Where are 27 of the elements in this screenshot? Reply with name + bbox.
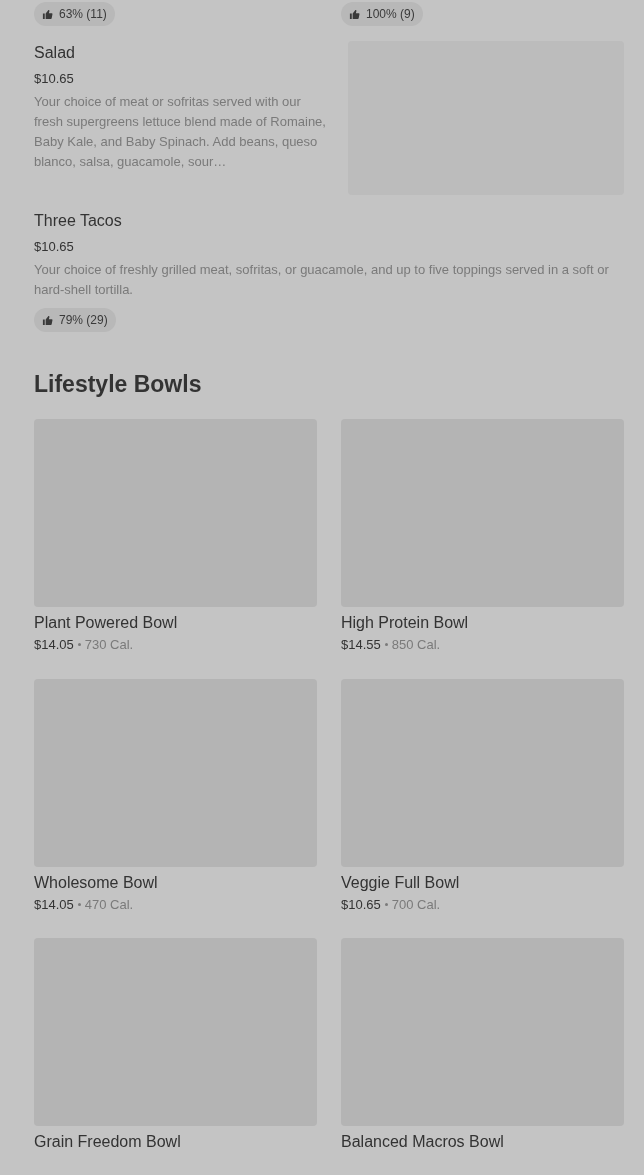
bowl-name: Balanced Macros Bowl	[341, 1132, 505, 1152]
bowl-name: Wholesome Bowl	[34, 872, 159, 893]
item-price: $10.65	[34, 237, 75, 256]
bowl-price: $14.05	[34, 895, 74, 914]
bowl-calories: 700 Cal.	[391, 895, 441, 914]
bowl-name: Grain Freedom Bowl	[34, 1132, 182, 1152]
bowl-name: Plant Powered Bowl	[34, 613, 179, 633]
bowl-price: $10.65	[341, 895, 381, 914]
item-description: Your choice of meat or sofritas served with our fresh supergreens lettuce blend made of Romaine, Baby Kale, and Baby Spinach. Add beans, queso blanco, salsa, guacamole, sour…	[34, 93, 327, 171]
bowl-calories: 730 Cal.	[84, 636, 134, 654]
bowl-price: $14.05	[34, 636, 74, 654]
bowl-name: High Protein Bowl	[341, 613, 470, 633]
bowl-name: Veggie Full Bowl	[341, 872, 461, 893]
rating-text: 79% (29)	[59, 312, 108, 329]
item-price: $10.65	[34, 69, 75, 88]
rating-text: 63% (11)	[59, 6, 107, 23]
item-description: Your choice of freshly grilled meat, sofritas, or guacamole, and up to five toppings served in a soft or hard-shell tortilla.	[34, 261, 610, 299]
section-title: Lifestyle Bowls	[34, 369, 203, 399]
thumbs-up-icon	[42, 314, 53, 326]
item-name: Salad	[34, 42, 76, 63]
thumbs-up-icon	[349, 8, 360, 20]
thumbs-up-icon	[42, 8, 53, 20]
item-name: Three Tacos	[34, 210, 123, 231]
bowl-price: $14.55	[341, 636, 381, 654]
bowl-calories: 850 Cal.	[391, 636, 441, 654]
bowl-calories: 470 Cal.	[84, 895, 134, 914]
rating-text: 100% (9)	[366, 6, 415, 23]
